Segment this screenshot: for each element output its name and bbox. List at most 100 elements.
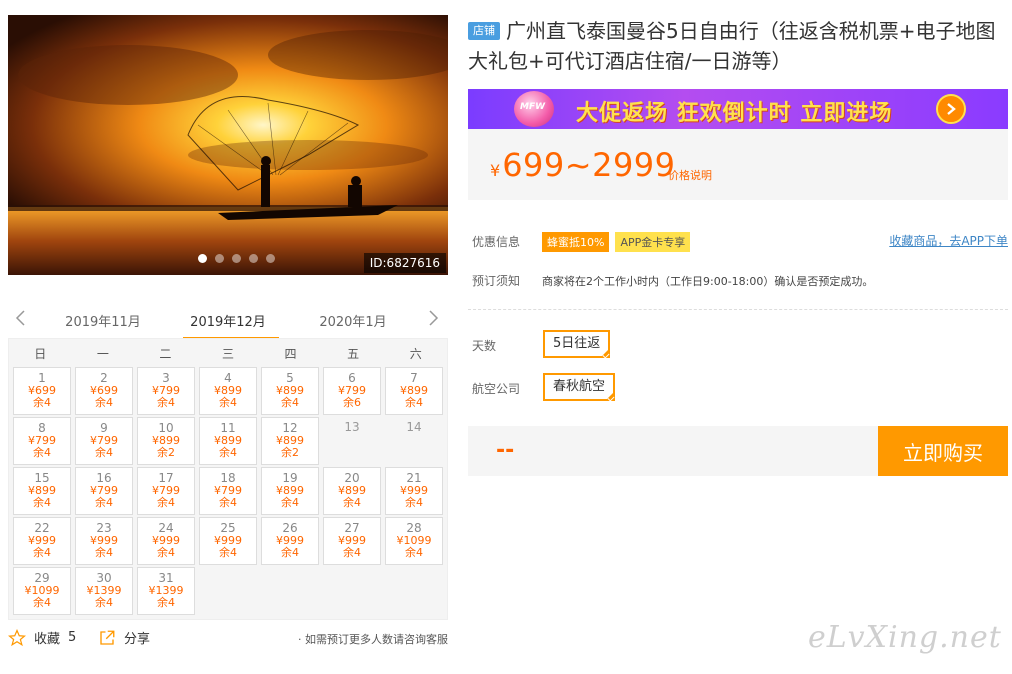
carousel-dot[interactable] — [266, 254, 275, 263]
app-order-link[interactable]: 收藏商品，去APP下单 — [889, 232, 1008, 249]
carousel-dot[interactable] — [232, 254, 241, 263]
calendar-day: 14 — [385, 417, 443, 465]
day-number: 11 — [220, 421, 236, 435]
share-button[interactable]: 分享 — [98, 628, 150, 647]
calendar-day[interactable]: 1 ¥699 余4 — [13, 367, 71, 415]
calendar-day[interactable]: 17 ¥799 余4 — [137, 467, 195, 515]
day-remaining: 余4 — [33, 596, 51, 609]
prev-month-icon[interactable] — [10, 308, 30, 328]
shop-badge[interactable]: 店铺 — [468, 22, 500, 40]
day-remaining: 余4 — [157, 546, 175, 559]
price-range: ¥699~2999 — [490, 146, 676, 184]
day-number: 26 — [282, 521, 298, 535]
calendar-day[interactable]: 22 ¥999 余4 — [13, 517, 71, 565]
calendar-day[interactable]: 5 ¥899 余4 — [261, 367, 319, 415]
day-remaining: 余4 — [405, 546, 423, 559]
day-number: 1 — [38, 371, 46, 385]
carousel-dots — [198, 254, 275, 263]
airline-option-text: 春秋航空 — [553, 379, 606, 394]
banner-arrow-icon[interactable] — [936, 94, 966, 124]
day-number: 4 — [224, 371, 232, 385]
calendar-day[interactable]: 6 ¥799 余6 — [323, 367, 381, 415]
days-option[interactable]: 5日往返 — [543, 330, 611, 359]
days-option-text: 5日往返 — [553, 336, 601, 351]
calendar-day[interactable]: 7 ¥899 余4 — [385, 367, 443, 415]
calendar-day[interactable]: 10 ¥899 余2 — [137, 417, 195, 465]
promo-banner[interactable]: MFW 大促返场 狂欢倒计时 立即进场 — [468, 89, 1008, 129]
calendar-day[interactable]: 12 ¥899 余2 — [261, 417, 319, 465]
share-label: 分享 — [124, 632, 151, 647]
day-remaining: 余4 — [219, 496, 237, 509]
day-number: 22 — [34, 521, 50, 535]
day-remaining: 余4 — [219, 446, 237, 459]
day-number: 3 — [162, 371, 170, 385]
calendar-day[interactable]: 26 ¥999 余4 — [261, 517, 319, 565]
carousel-dot[interactable] — [215, 254, 224, 263]
day-remaining: 余4 — [405, 496, 423, 509]
calendar-day[interactable]: 24 ¥999 余4 — [137, 517, 195, 565]
check-icon — [602, 351, 610, 359]
calendar-day[interactable]: 27 ¥999 余4 — [323, 517, 381, 565]
day-number: 27 — [344, 521, 360, 535]
day-number: 17 — [158, 471, 174, 485]
day-remaining: 余2 — [281, 446, 299, 459]
calendar-day[interactable]: 30 ¥1399 余4 — [75, 567, 133, 615]
calendar-day[interactable]: 19 ¥899 余4 — [261, 467, 319, 515]
month-tab-prev[interactable]: 2019年11月 — [58, 311, 148, 330]
airline-option[interactable]: 春秋航空 — [543, 373, 616, 402]
day-remaining: 余4 — [157, 496, 175, 509]
calendar-day[interactable]: 25 ¥999 余4 — [199, 517, 257, 565]
calendar-day[interactable]: 8 ¥799 余4 — [13, 417, 71, 465]
day-number: 9 — [100, 421, 108, 435]
calendar-day[interactable]: 16 ¥799 余4 — [75, 467, 133, 515]
calendar-day[interactable]: 23 ¥999 余4 — [75, 517, 133, 565]
watermark: eLvXing.net — [808, 620, 1002, 655]
carousel-dot[interactable] — [249, 254, 258, 263]
calendar-day[interactable]: 29 ¥1099 余4 — [13, 567, 71, 615]
next-month-icon[interactable] — [424, 308, 444, 328]
consult-note: · 如需预订更多人数请咨询客服 — [298, 633, 448, 646]
weekday-label: 四 — [284, 346, 297, 361]
day-remaining: 余4 — [95, 546, 113, 559]
star-icon — [8, 628, 26, 646]
price-box: ¥699~2999 价格说明 — [468, 129, 1008, 200]
product-title-text: 广州直飞泰国曼谷5日自由行（往返含税机票+电子地图大礼包+可代订酒店住宿/一日游… — [468, 19, 996, 73]
buy-now-button[interactable]: 立即购买 — [878, 426, 1008, 476]
calendar-day[interactable]: 20 ¥899 余4 — [323, 467, 381, 515]
notice-row: 预订须知 商家将在2个工作小时内（工作日9:00-18:00）确认是否预定成功。 — [472, 272, 873, 289]
day-remaining: 余4 — [157, 396, 175, 409]
price-note-link[interactable]: 价格说明 — [668, 167, 712, 183]
carousel-dot[interactable] — [198, 254, 207, 263]
month-tab-next[interactable]: 2020年1月 — [308, 311, 398, 330]
calendar-day[interactable]: 11 ¥899 余4 — [199, 417, 257, 465]
calendar-day[interactable]: 18 ¥799 余4 — [199, 467, 257, 515]
discount-tag: 蜂蜜抵10% — [542, 232, 610, 252]
sunset-fisherman-image — [8, 15, 448, 275]
favorite-button[interactable]: 收藏 5 — [8, 628, 76, 647]
calendar-day[interactable]: 9 ¥799 余4 — [75, 417, 133, 465]
discount-row: 优惠信息 蜂蜜抵10% APP金卡专享 — [472, 232, 696, 252]
check-icon — [607, 394, 615, 402]
calendar-day[interactable]: 31 ¥1399 余4 — [137, 567, 195, 615]
calendar-day[interactable]: 28 ¥1099 余4 — [385, 517, 443, 565]
day-remaining: 余4 — [281, 546, 299, 559]
day-number: 7 — [410, 371, 418, 385]
day-number: 10 — [158, 421, 174, 435]
calendar-day[interactable]: 2 ¥699 余4 — [75, 367, 133, 415]
calendar-day[interactable]: 15 ¥899 余4 — [13, 467, 71, 515]
day-remaining: 余4 — [95, 396, 113, 409]
day-number: 2 — [100, 371, 108, 385]
day-remaining: 余4 — [95, 596, 113, 609]
airline-label: 航空公司 — [472, 382, 521, 396]
weekday-label: 六 — [409, 346, 422, 361]
price-calendar: 日 一 二 三 四 五 六 1 ¥699 余4 2 ¥699 余4 3 ¥799 余4 4 ¥899… — [8, 338, 448, 620]
day-grid: 1 ¥699 余4 2 ¥699 余4 3 ¥799 余4 4 ¥899 余4 5 ¥899 余4 6 ¥799… — [9, 367, 447, 615]
product-photo[interactable]: ID:6827616 — [8, 15, 448, 275]
month-tab-current[interactable]: 2019年12月 — [183, 311, 279, 339]
day-number: 29 — [34, 571, 50, 585]
calendar-day[interactable]: 21 ¥999 余4 — [385, 467, 443, 515]
day-remaining: 余4 — [281, 496, 299, 509]
calendar-day[interactable]: 4 ¥899 余4 — [199, 367, 257, 415]
calendar-day[interactable]: 3 ¥799 余4 — [137, 367, 195, 415]
day-number: 13 — [344, 420, 360, 434]
